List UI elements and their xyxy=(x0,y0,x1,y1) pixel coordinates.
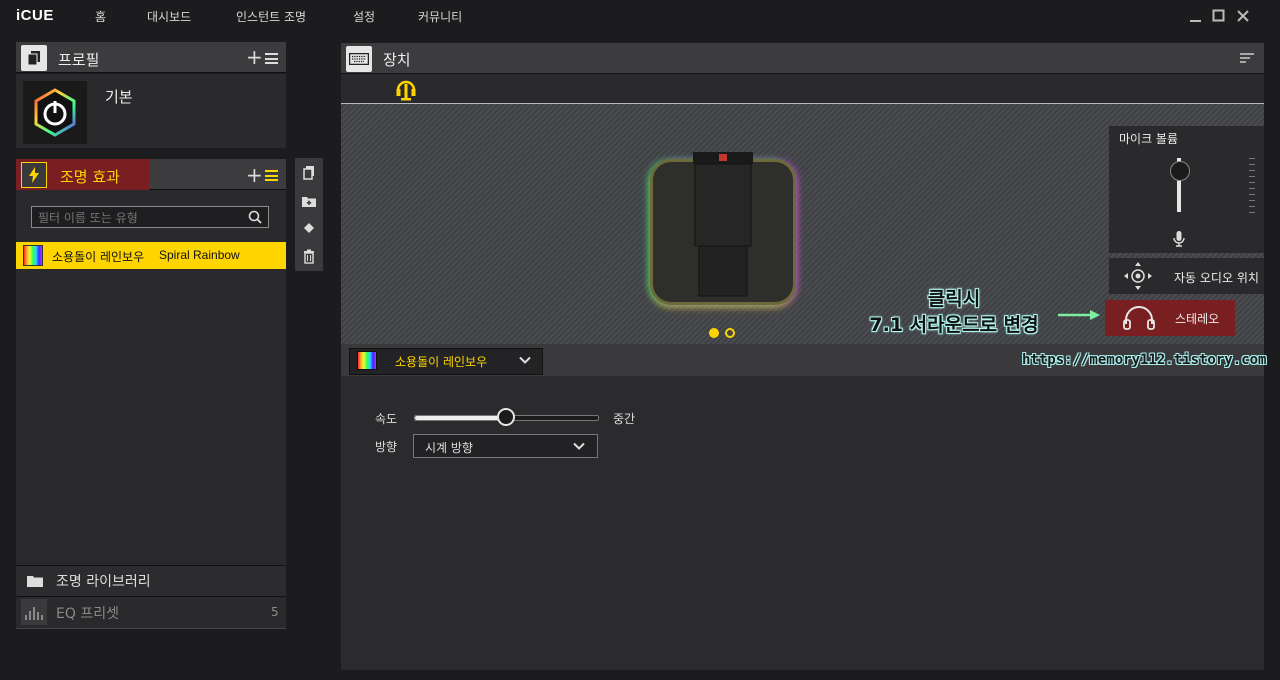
speed-label: 속도 xyxy=(375,412,398,426)
mic-volume-thumb[interactable] xyxy=(1170,161,1190,182)
trash-icon[interactable] xyxy=(301,248,317,264)
direction-dropdown[interactable]: 시계 방향 xyxy=(413,434,598,458)
profile-name: 기본 xyxy=(105,88,133,106)
pager-dot-2[interactable] xyxy=(725,328,735,338)
annotation-line2: 7.1 서라운드로 변경 xyxy=(869,314,1039,336)
lightning-icon xyxy=(21,162,47,188)
app-logo: iCUE xyxy=(16,7,54,24)
auto-audio-position-row[interactable]: 자동 오디오 위치 xyxy=(1109,258,1264,294)
nav-community[interactable]: 커뮤니티 xyxy=(418,8,462,25)
devices-menu-icon[interactable] xyxy=(1240,53,1254,64)
nav-dashboard[interactable]: 대시보드 xyxy=(147,8,191,25)
library-label: 조명 라이브러리 xyxy=(56,574,151,590)
rainbow-icon xyxy=(357,351,377,370)
device-dock-image xyxy=(693,152,753,297)
effect-name-en: Spiral Rainbow xyxy=(159,248,240,262)
mic-volume-label: 마이크 볼륨 xyxy=(1119,132,1179,146)
move-up-down-icon[interactable] xyxy=(301,220,317,236)
icue-logo-icon xyxy=(34,88,76,137)
keyboard-icon xyxy=(346,46,372,72)
headphones-icon xyxy=(1123,306,1155,330)
mic-volume-panel: 마이크 볼륨 xyxy=(1109,126,1264,253)
add-profile-button[interactable]: + xyxy=(246,47,263,67)
effect-name-ko: 소용돌이 레인보우 xyxy=(52,250,145,264)
pager-dot-1[interactable] xyxy=(709,328,719,338)
nav-settings[interactable]: 설정 xyxy=(353,8,375,25)
lighting-title: 조명 효과 xyxy=(60,168,120,186)
effect-select-value: 소용돌이 레인보우 xyxy=(395,355,488,369)
eq-label: EQ 프리셋 xyxy=(56,606,119,622)
watermark: https://memory112.tistory.com xyxy=(1022,352,1267,368)
add-lighting-button[interactable]: + xyxy=(246,165,263,185)
direction-label: 방향 xyxy=(375,440,398,454)
rainbow-icon xyxy=(23,245,43,266)
lighting-menu-icon[interactable] xyxy=(265,170,278,181)
eq-count: 5 xyxy=(271,605,279,619)
profile-title: 프로필 xyxy=(58,51,100,69)
profile-item-basic[interactable] xyxy=(23,81,87,144)
nav-home[interactable]: 홈 xyxy=(95,8,106,25)
stereo-toggle-button[interactable]: 스테레오 xyxy=(1105,300,1235,336)
minimize-icon[interactable] xyxy=(1188,8,1204,24)
effect-item-spiral-rainbow[interactable]: 소용돌이 레인보우 Spiral Rainbow xyxy=(16,242,286,269)
annotation-line1: 클릭시 xyxy=(927,288,981,310)
device-tabs xyxy=(341,74,1264,104)
maximize-icon[interactable] xyxy=(1211,8,1227,24)
equalizer-icon xyxy=(21,599,47,625)
effect-select-dropdown[interactable]: 소용돌이 레인보우 xyxy=(349,348,543,375)
devices-header xyxy=(341,43,1264,74)
chevron-down-icon xyxy=(519,356,531,364)
direction-value: 시계 방향 xyxy=(425,441,473,455)
nav-instant-lighting[interactable]: 인스턴트 조명 xyxy=(236,8,306,25)
filter-box xyxy=(31,206,269,228)
devices-title: 장치 xyxy=(383,51,411,69)
stereo-label: 스테레오 xyxy=(1175,312,1220,326)
speed-slider-fill xyxy=(415,416,507,420)
filter-input[interactable] xyxy=(36,208,240,228)
headset-stand-icon[interactable] xyxy=(395,78,417,102)
profile-menu-icon[interactable] xyxy=(265,53,278,64)
add-folder-icon[interactable] xyxy=(301,193,317,209)
lighting-tool-column xyxy=(295,158,323,271)
speed-slider-thumb[interactable] xyxy=(496,408,515,426)
auto-audio-position-label: 자동 오디오 위치 xyxy=(1174,271,1259,285)
annotation-arrow xyxy=(1058,310,1100,320)
close-icon[interactable] xyxy=(1235,8,1251,24)
chevron-down-icon xyxy=(573,442,585,450)
profile-icon xyxy=(21,45,47,71)
microphone-icon xyxy=(1173,231,1185,247)
folder-icon xyxy=(27,576,43,587)
copy-icon[interactable] xyxy=(301,165,317,181)
speed-value-label: 중간 xyxy=(613,412,636,426)
mic-volume-ticks xyxy=(1249,158,1255,216)
title-bar xyxy=(0,0,1280,32)
search-icon[interactable] xyxy=(248,210,262,224)
audio-position-icon xyxy=(1124,262,1152,290)
